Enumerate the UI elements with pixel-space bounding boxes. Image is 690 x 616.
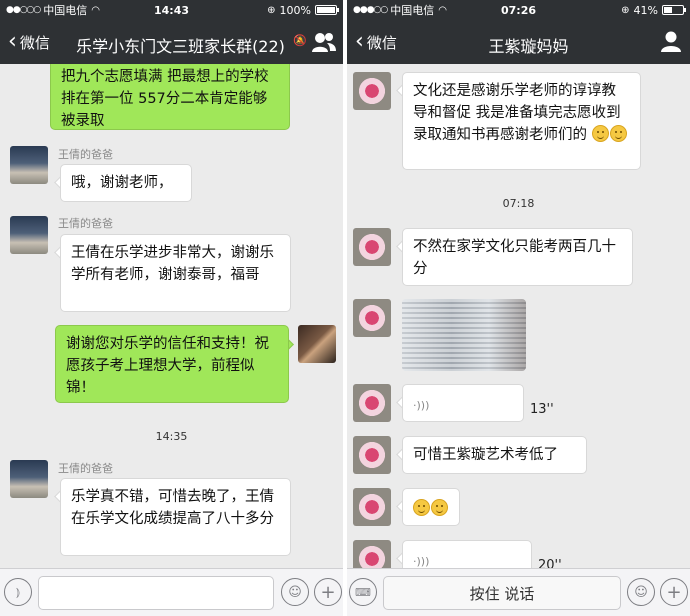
input-bar: ⦆ ☺ + bbox=[0, 568, 343, 616]
person-icon[interactable] bbox=[658, 30, 684, 54]
avatar[interactable] bbox=[353, 436, 391, 474]
input-bar: ⌨ 按住 说话 ☺ + bbox=[347, 568, 690, 616]
chevron-left-icon: ‹ bbox=[8, 29, 17, 54]
message-input[interactable] bbox=[38, 576, 274, 610]
message-bubble[interactable] bbox=[402, 488, 460, 526]
voice-message[interactable]: ·))) bbox=[402, 384, 524, 422]
message-text: 乐学真不错，可惜去晚了，王倩在乐学文化成绩提高了八十多分 bbox=[71, 489, 274, 527]
orientation-lock-icon: ⊕ bbox=[267, 4, 276, 16]
avatar[interactable] bbox=[353, 299, 391, 337]
smile-emoji-icon bbox=[413, 499, 430, 516]
voice-icon: ·))) bbox=[413, 555, 430, 568]
left-chat-screen: ●●○○○ 中国电信 ◠ 14:43 ⊕ 100% ‹ 微信 乐学小东门文三班家… bbox=[0, 0, 343, 616]
wifi-icon: ◠ bbox=[91, 4, 100, 16]
status-bar: ●●●○○ 中国电信 ◠ 07:26 ⊕ 41% bbox=[347, 0, 690, 20]
smile-emoji-icon bbox=[591, 125, 609, 142]
plus-icon: + bbox=[666, 581, 682, 603]
message-text: 不然在家学文化只能考两百几十分 bbox=[413, 239, 616, 277]
nav-bar: ‹ 微信 乐学小东门文三班家长群(22) 🔕 bbox=[0, 20, 343, 64]
plus-button[interactable]: + bbox=[314, 578, 342, 606]
avatar[interactable] bbox=[10, 146, 48, 184]
signal-icon: ●●○○○ bbox=[6, 5, 41, 15]
message-text: 文化还是感谢乐学老师的谆谆教导和督促 我是准备填完志愿收到录取通知书再感谢老师们… bbox=[413, 83, 621, 143]
avatar[interactable] bbox=[10, 460, 48, 498]
battery-icon bbox=[315, 5, 339, 15]
voice-icon: ·))) bbox=[413, 399, 430, 412]
right-chat-screen: ●●●○○ 中国电信 ◠ 07:26 ⊕ 41% ‹ 微信 王紫璇妈妈 文化还是… bbox=[347, 0, 690, 616]
timestamp: 14:35 bbox=[155, 430, 188, 443]
battery-percent: 41% bbox=[633, 3, 658, 17]
message-text: 哦，谢谢老师， bbox=[71, 175, 173, 191]
back-label: 微信 bbox=[366, 33, 397, 52]
avatar[interactable] bbox=[353, 72, 391, 110]
message-bubble[interactable]: 可惜王紫璇艺术考低了 bbox=[402, 436, 587, 474]
wifi-icon: ◠ bbox=[438, 4, 447, 16]
emoji-button[interactable]: ☺ bbox=[627, 578, 655, 606]
voice-icon: ⦆ bbox=[16, 584, 20, 599]
avatar[interactable] bbox=[298, 325, 336, 363]
emoji-icon: ☺ bbox=[634, 584, 648, 600]
emoji-button[interactable]: ☺ bbox=[281, 578, 309, 606]
chat-title: 乐学小东门文三班家长群(22) bbox=[76, 37, 285, 56]
voice-toggle-button[interactable]: ⦆ bbox=[4, 578, 32, 606]
smile-emoji-icon bbox=[609, 125, 627, 142]
message-bubble[interactable]: 把九个志愿填满 把最想上的学校排在第一位 557分二本肯定能够被录取 bbox=[50, 64, 290, 130]
timestamp: 07:18 bbox=[502, 197, 535, 210]
plus-icon: + bbox=[320, 581, 336, 603]
battery-percent: 100% bbox=[279, 3, 311, 17]
avatar[interactable] bbox=[353, 384, 391, 422]
signal-icon: ●●●○○ bbox=[353, 5, 388, 15]
nav-bar: ‹ 微信 王紫璇妈妈 bbox=[347, 20, 690, 64]
group-icon[interactable] bbox=[311, 30, 337, 54]
message-text: 王倩在乐学进步非常大，谢谢乐学所有老师，谢谢泰哥，福哥 bbox=[71, 245, 274, 283]
chat-title: 王紫璇妈妈 bbox=[488, 37, 569, 56]
plus-button[interactable]: + bbox=[660, 578, 688, 606]
keyboard-toggle-button[interactable]: ⌨ bbox=[349, 578, 377, 606]
image-message[interactable] bbox=[402, 299, 526, 371]
avatar[interactable] bbox=[353, 228, 391, 266]
message-bubble[interactable]: 乐学真不错，可惜去晚了，王倩在乐学文化成绩提高了八十多分 bbox=[60, 478, 291, 556]
message-bubble[interactable]: 王倩在乐学进步非常大，谢谢乐学所有老师，谢谢泰哥，福哥 bbox=[60, 234, 291, 312]
voice-message[interactable]: ·))) bbox=[402, 540, 532, 568]
mute-icon: 🔕 bbox=[293, 34, 307, 47]
emoji-icon: ☺ bbox=[288, 584, 302, 600]
status-bar: ●●○○○ 中国电信 ◠ 14:43 ⊕ 100% bbox=[0, 0, 343, 20]
message-bubble[interactable]: 哦，谢谢老师， bbox=[60, 164, 192, 202]
hold-to-talk-button[interactable]: 按住 说话 bbox=[383, 576, 621, 610]
message-bubble[interactable]: 不然在家学文化只能考两百几十分 bbox=[402, 228, 633, 286]
carrier-label: 中国电信 bbox=[43, 4, 88, 17]
carrier-label: 中国电信 bbox=[390, 4, 435, 17]
battery-icon bbox=[662, 5, 686, 15]
voice-duration: 13'' bbox=[530, 402, 554, 417]
message-bubble[interactable]: 文化还是感谢乐学老师的谆谆教导和督促 我是准备填完志愿收到录取通知书再感谢老师们… bbox=[402, 72, 641, 170]
avatar[interactable] bbox=[353, 540, 391, 568]
message-text: 可惜王紫璇艺术考低了 bbox=[413, 447, 558, 463]
chevron-left-icon: ‹ bbox=[355, 29, 364, 54]
sender-name: 王倩的爸爸 bbox=[58, 462, 113, 475]
message-text: 谢谢您对乐学的信任和支持！祝愿孩子考上理想大学，前程似锦！ bbox=[66, 336, 269, 396]
sender-name: 王倩的爸爸 bbox=[58, 148, 113, 161]
hold-to-talk-label: 按住 说话 bbox=[469, 584, 535, 603]
message-bubble[interactable]: 谢谢您对乐学的信任和支持！祝愿孩子考上理想大学，前程似锦！ bbox=[55, 325, 289, 403]
back-button[interactable]: ‹ 微信 bbox=[0, 20, 50, 64]
keyboard-icon: ⌨ bbox=[355, 585, 371, 599]
voice-duration: 20'' bbox=[538, 558, 562, 568]
avatar[interactable] bbox=[10, 216, 48, 254]
message-text: 把九个志愿填满 把最想上的学校排在第一位 557分二本肯定能够被录取 bbox=[61, 69, 269, 129]
back-label: 微信 bbox=[19, 33, 50, 52]
back-button[interactable]: ‹ 微信 bbox=[347, 20, 397, 64]
message-list[interactable]: 把九个志愿填满 把最想上的学校排在第一位 557分二本肯定能够被录取 王倩的爸爸… bbox=[0, 64, 343, 568]
avatar[interactable] bbox=[353, 488, 391, 526]
orientation-lock-icon: ⊕ bbox=[621, 4, 630, 16]
smile-emoji-icon bbox=[431, 499, 448, 516]
message-list[interactable]: 文化还是感谢乐学老师的谆谆教导和督促 我是准备填完志愿收到录取通知书再感谢老师们… bbox=[347, 64, 690, 568]
sender-name: 王倩的爸爸 bbox=[58, 217, 113, 230]
